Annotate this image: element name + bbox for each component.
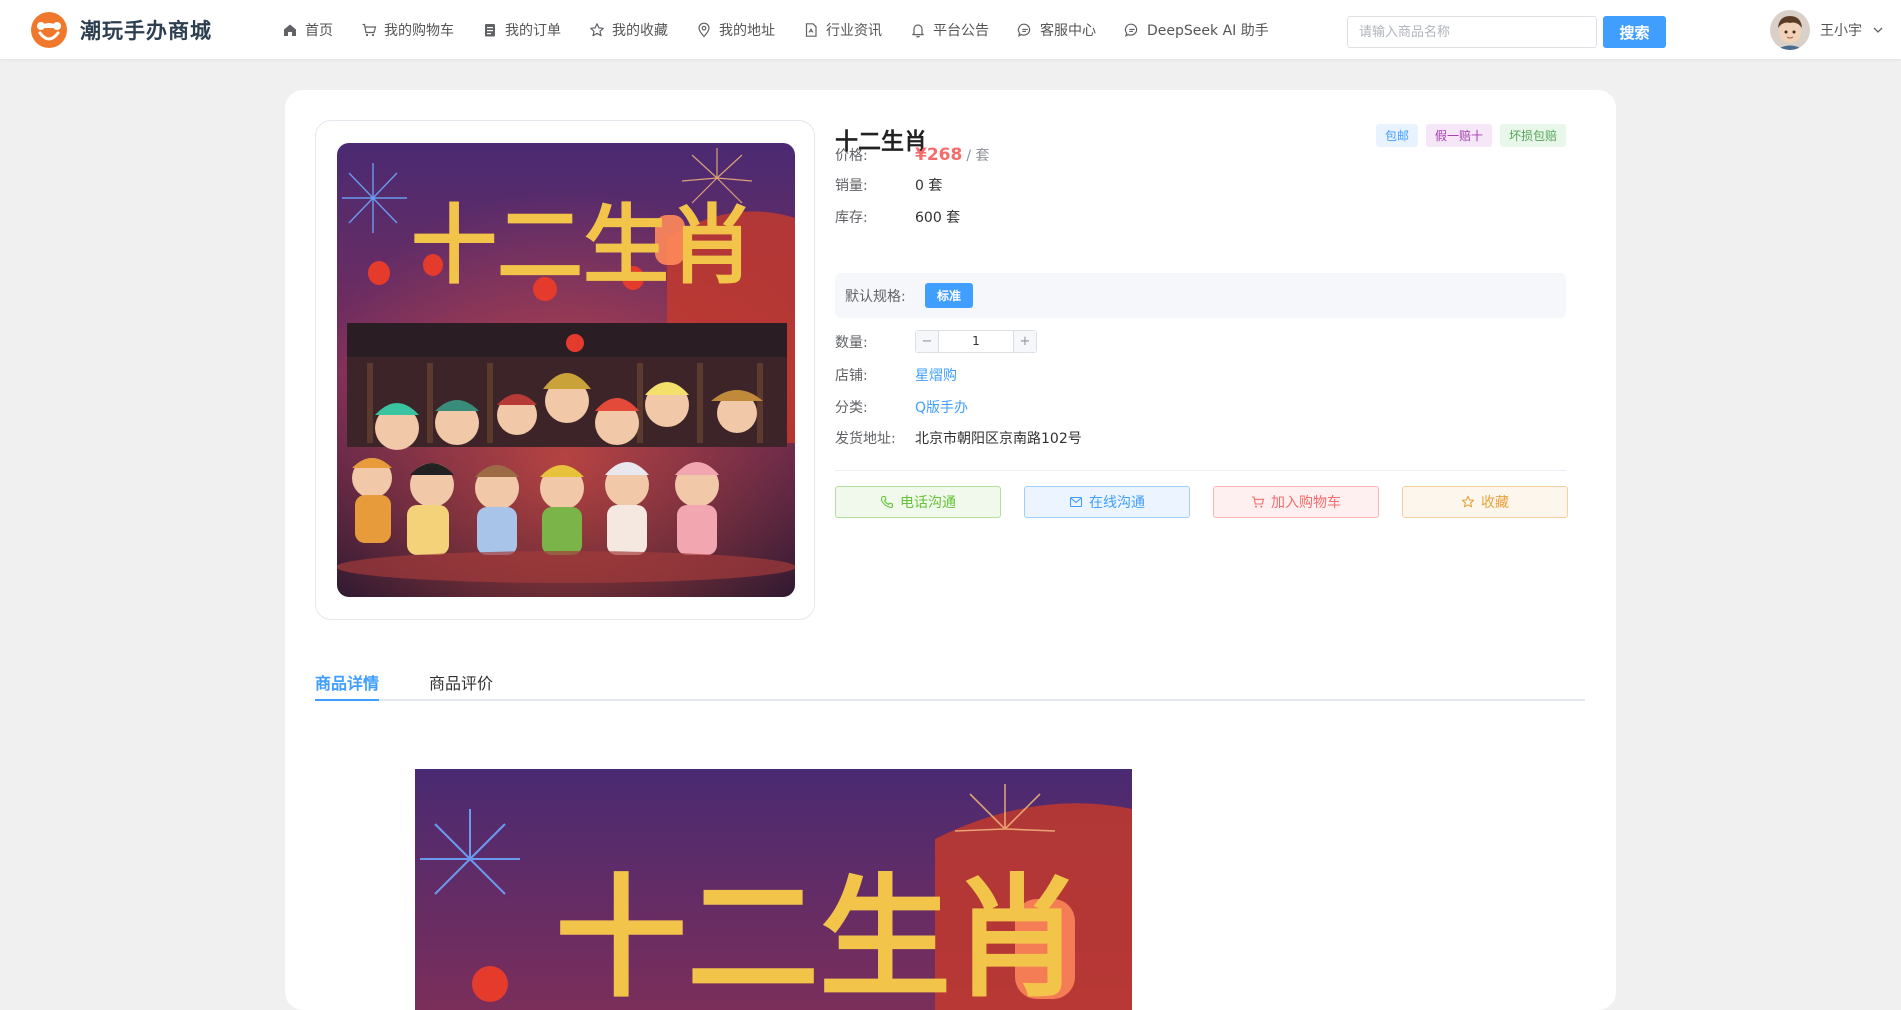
price-unit: / 套: [966, 148, 990, 164]
tag-authentic: 假一赔十: [1425, 124, 1492, 147]
increase-button[interactable]: +: [1014, 331, 1036, 352]
phone-contact-label: 电话沟通: [900, 495, 956, 511]
nav-label: 我的地址: [719, 22, 775, 39]
product-card: 十二生肖 十二生肖 包邮 假一赔十 坏损包赔 价格: ¥268 / 套 销量: …: [285, 90, 1616, 1010]
detail-photo: 十二生肖: [415, 769, 1132, 1010]
nav-cart[interactable]: 我的购物车: [361, 0, 454, 59]
product-tags: 包邮 假一赔十 坏损包赔: [1368, 124, 1566, 147]
sales-row: 销量: 0 套: [835, 175, 942, 195]
tab-details[interactable]: 商品详情: [315, 670, 380, 701]
favorite-label: 收藏: [1481, 495, 1509, 511]
main-nav: 首页 我的购物车 我的订单 我的收藏 我的地址 行业资讯 平台公告 客服中心 D…: [282, 0, 1297, 59]
spec-selector: 默认规格: 标准: [835, 273, 1566, 318]
add-to-cart-button[interactable]: 加入购物车: [1213, 486, 1379, 518]
divider: [835, 470, 1566, 471]
logo-icon: [31, 12, 67, 48]
action-buttons: 电话沟通 在线沟通 加入购物车 收藏: [835, 486, 1568, 518]
top-header: 潮玩手办商城 首页 我的购物车 我的订单 我的收藏 我的地址 行业资讯 平台公告…: [0, 0, 1901, 59]
nav-label: 我的收藏: [612, 22, 668, 39]
brand-name: 潮玩手办商城: [80, 19, 212, 43]
chat-icon: [1017, 23, 1031, 37]
nav-orders[interactable]: 我的订单: [482, 0, 561, 59]
shop-label: 店铺:: [835, 368, 868, 384]
cart-icon: [1252, 496, 1265, 508]
price-label: 价格:: [835, 148, 868, 164]
home-icon: [284, 24, 296, 36]
product-image-frame: 十二生肖: [315, 120, 815, 620]
nav-label: 首页: [305, 22, 333, 39]
ai-chat-icon: [1124, 23, 1138, 37]
mail-icon: [1069, 496, 1083, 508]
address-row: 发货地址: 北京市朝阳区京南路102号: [835, 428, 1082, 448]
nav-favorites[interactable]: 我的收藏: [589, 0, 668, 59]
star-icon: [1461, 495, 1475, 508]
search-input[interactable]: [1347, 16, 1597, 48]
nav-label: 我的订单: [505, 22, 561, 39]
search-button[interactable]: 搜索: [1603, 16, 1666, 48]
avatar: [1770, 10, 1810, 50]
spec-label: 默认规格:: [845, 288, 906, 305]
online-chat-label: 在线沟通: [1089, 495, 1145, 511]
user-name: 王小宇: [1820, 23, 1862, 39]
spec-option-standard[interactable]: 标准: [925, 283, 974, 308]
user-menu[interactable]: 王小宇: [1770, 10, 1884, 50]
nav-label: 客服中心: [1040, 22, 1096, 39]
category-row: 分类: Q版手办: [835, 397, 968, 417]
detail-tabs: 商品详情 商品评价: [315, 670, 1585, 701]
star-icon: [590, 22, 604, 36]
address-label: 发货地址:: [835, 431, 896, 447]
product-image[interactable]: 十二生肖: [337, 143, 795, 597]
quantity-input[interactable]: 1: [938, 331, 1014, 352]
nav-label: 行业资讯: [826, 22, 882, 39]
phone-contact-button[interactable]: 电话沟通: [835, 486, 1001, 518]
shop-row: 店铺: 星熠购: [835, 365, 957, 385]
tag-damage-guarantee: 坏损包赔: [1499, 124, 1566, 147]
stock-label: 库存:: [835, 210, 868, 226]
sales-label: 销量:: [835, 178, 868, 194]
stock-value: 600 套: [915, 210, 961, 226]
cart-icon: [362, 23, 377, 36]
location-icon: [698, 22, 710, 37]
category-label: 分类:: [835, 400, 868, 416]
nav-news[interactable]: 行业资讯: [803, 0, 882, 59]
phone-icon: [880, 495, 894, 509]
detail-image: 十二生肖: [415, 769, 1132, 1010]
nav-announcements[interactable]: 平台公告: [910, 0, 989, 59]
shop-link[interactable]: 星熠购: [915, 365, 957, 385]
image-caption: 十二生肖: [411, 195, 755, 296]
bell-icon: [912, 23, 924, 38]
sales-value: 0 套: [915, 178, 943, 194]
price-row: 价格: ¥268 / 套: [835, 145, 990, 165]
favorite-button[interactable]: 收藏: [1402, 486, 1568, 518]
nav-label: DeepSeek AI 助手: [1147, 22, 1269, 39]
news-icon: [805, 22, 817, 37]
stock-row: 库存: 600 套: [835, 207, 960, 227]
nav-label: 平台公告: [933, 22, 989, 39]
nav-service[interactable]: 客服中心: [1017, 0, 1096, 59]
quantity-label: 数量:: [835, 334, 868, 351]
nav-address[interactable]: 我的地址: [696, 0, 775, 59]
order-icon: [485, 23, 495, 36]
detail-caption: 十二生肖: [555, 861, 1083, 1010]
address-value: 北京市朝阳区京南路102号: [915, 431, 1082, 447]
nav-label: 我的购物车: [384, 22, 454, 39]
brand-logo[interactable]: 潮玩手办商城: [30, 11, 212, 49]
decrease-button[interactable]: −: [916, 331, 938, 352]
product-photo: 十二生肖: [337, 143, 795, 597]
chevron-down-icon: [1873, 27, 1883, 33]
nav-home[interactable]: 首页: [282, 0, 333, 59]
quantity-row: 数量: − 1 +: [835, 330, 1037, 353]
add-to-cart-label: 加入购物车: [1271, 495, 1341, 511]
tag-free-shipping: 包邮: [1375, 124, 1418, 147]
tab-reviews[interactable]: 商品评价: [429, 670, 493, 699]
quantity-stepper: − 1 +: [915, 330, 1037, 353]
online-chat-button[interactable]: 在线沟通: [1024, 486, 1190, 518]
price-value: ¥268: [915, 145, 963, 165]
category-link[interactable]: Q版手办: [915, 397, 968, 417]
nav-ai-assistant[interactable]: DeepSeek AI 助手: [1124, 0, 1269, 59]
